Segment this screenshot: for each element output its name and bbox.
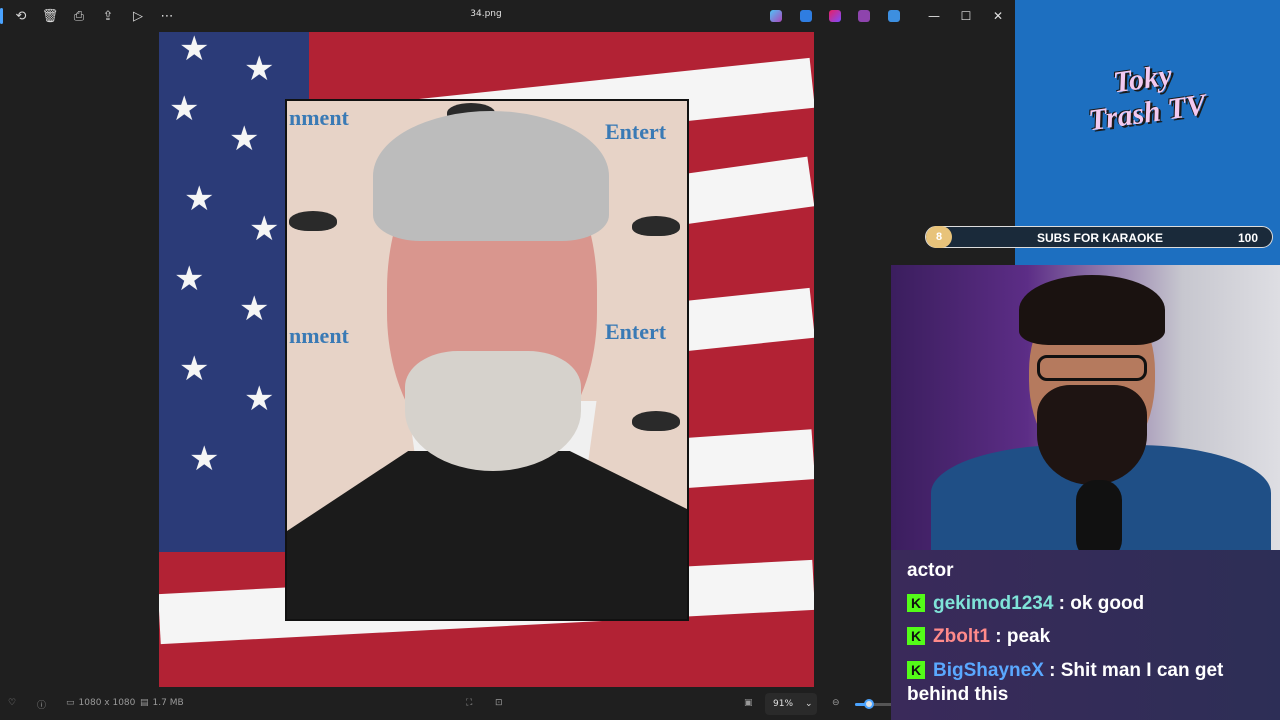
- share-icon[interactable]: ⇪: [97, 6, 119, 26]
- streamer-hair: [1019, 275, 1165, 345]
- file-icon: ▤: [140, 698, 149, 708]
- flag-star: ★: [174, 259, 205, 299]
- chevron-down-icon: ⌄: [805, 699, 813, 709]
- microphone: [1076, 480, 1122, 550]
- backdrop-bat-logo: [289, 211, 337, 231]
- webcam-feed: [891, 265, 1280, 550]
- chat-overlay: actor Kgekimod1234 : ok good K Zbolt1 : p…: [891, 550, 1280, 720]
- image-dimensions: 1080 x 1080: [78, 698, 136, 708]
- chat-username: gekimod1234: [933, 593, 1054, 614]
- flag-star: ★: [179, 32, 210, 69]
- chat-username: BigShayneX: [933, 660, 1044, 681]
- screen-icon[interactable]: ▣: [744, 698, 753, 708]
- chat-message: K BigShayneX : Shit man I can get behind …: [907, 659, 1277, 707]
- flag-star: ★: [244, 49, 275, 89]
- chat-message: Kgekimod1234 : ok good: [907, 593, 1277, 615]
- zoom-out-icon[interactable]: ⊖: [832, 698, 840, 708]
- copilot-icon[interactable]: [770, 10, 782, 22]
- close-button[interactable]: ✕: [987, 6, 1009, 26]
- flag-star: ★: [184, 179, 215, 219]
- title-bar: ⟲ 🗑 ⎙ ⇪ ▷ ⋯ 34.png — ☐ ✕: [0, 0, 1015, 32]
- goal-label: SUBS FOR KARAOKE: [1036, 231, 1163, 245]
- accent-indicator: [0, 8, 3, 24]
- actual-size-icon[interactable]: ⊡: [495, 698, 503, 708]
- more-icon[interactable]: ⋯: [156, 6, 178, 26]
- designer-icon[interactable]: [829, 10, 841, 22]
- favorite-icon[interactable]: ♡: [8, 698, 16, 708]
- file-size-value: 1.7 MB: [152, 698, 184, 708]
- slideshow-icon[interactable]: ▷: [127, 6, 149, 26]
- backdrop-bat-logo: [632, 216, 680, 236]
- brand-logo: Toky Trash TV: [1086, 58, 1209, 138]
- chat-message: actor: [907, 560, 1277, 582]
- hair: [373, 111, 609, 241]
- flag-star: ★: [179, 349, 210, 389]
- maximize-button[interactable]: ☐: [955, 6, 977, 26]
- chat-message: K Zbolt1 : peak: [907, 626, 1277, 648]
- portrait-photo: nment Entert nment Entert: [285, 99, 689, 621]
- sub-goal-bar: 8 SUBS FOR KARAOKE 100: [925, 226, 1273, 248]
- flag-star: ★: [249, 209, 280, 249]
- zoom-slider-handle[interactable]: [864, 699, 875, 709]
- file-size: ▤ 1.7 MB: [140, 698, 184, 708]
- dimensions-icon: ▭: [66, 698, 75, 708]
- file-name: 34.png: [470, 9, 502, 19]
- kick-badge-icon: K: [907, 627, 925, 645]
- photos-viewer-window: ⟲ 🗑 ⎙ ⇪ ▷ ⋯ 34.png — ☐ ✕ ★ ★ ★ ★ ★ ★ ★ ★…: [0, 0, 1015, 720]
- backdrop-bat-logo: [632, 411, 680, 431]
- backdrop-logo: Entert: [605, 319, 667, 344]
- flag-star: ★: [239, 289, 270, 329]
- flag-star: ★: [169, 89, 200, 129]
- backdrop-logo: Entert: [605, 119, 667, 144]
- kick-badge-icon: K: [907, 661, 925, 679]
- backdrop-logo: nment: [289, 105, 349, 130]
- flag-star: ★: [229, 119, 260, 159]
- info-icon[interactable]: ⓘ: [37, 698, 46, 711]
- zoom-dropdown[interactable]: 91% ⌄: [765, 693, 817, 715]
- edit-icon[interactable]: [800, 10, 812, 22]
- clipchamp-icon[interactable]: [858, 10, 870, 22]
- beard: [405, 351, 581, 471]
- print-icon[interactable]: ⎙: [68, 6, 90, 26]
- fit-to-window-icon[interactable]: ⛶: [466, 698, 472, 708]
- zoom-value: 91%: [773, 699, 794, 709]
- backdrop-logo: nment: [289, 323, 349, 348]
- chat-text: actor: [907, 560, 954, 581]
- minimize-button[interactable]: —: [923, 6, 945, 26]
- streamer-glasses: [1037, 355, 1147, 381]
- chat-username: Zbolt1: [933, 626, 990, 647]
- image-size: ▭ 1080 x 1080: [66, 698, 135, 708]
- chat-text: : peak: [990, 626, 1051, 647]
- kick-badge-icon: K: [907, 594, 925, 612]
- chat-text: : ok good: [1053, 593, 1145, 614]
- flag-star: ★: [189, 439, 220, 479]
- goal-target: 100: [1237, 231, 1258, 245]
- streamer-beard: [1037, 385, 1147, 485]
- status-bar: ♡ ⓘ ▭ 1080 x 1080 ▤ 1.7 MB ⛶ ⊡ ▣ 91% ⌄ ⊖: [0, 688, 1015, 720]
- onedrive-icon[interactable]: [888, 10, 900, 22]
- delete-icon[interactable]: 🗑: [39, 6, 61, 26]
- rotate-icon[interactable]: ⟲: [10, 6, 32, 26]
- flag-star: ★: [244, 379, 275, 419]
